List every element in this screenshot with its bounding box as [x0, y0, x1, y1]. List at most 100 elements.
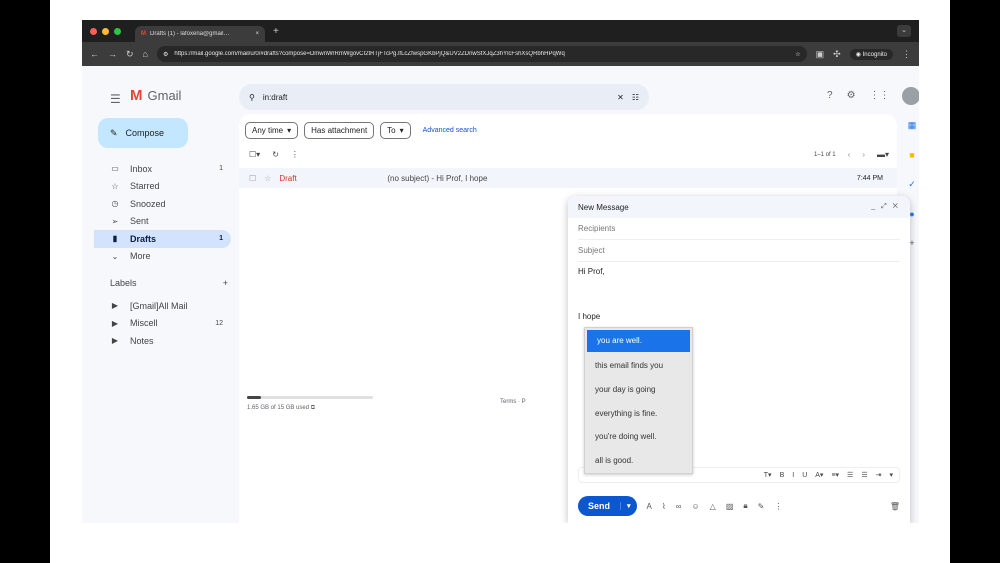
send-button[interactable]: Send ▾ — [578, 496, 637, 516]
italic-icon[interactable]: I — [792, 472, 794, 479]
forward-icon[interactable]: → — [108, 49, 117, 59]
tasks-icon[interactable]: ✓ — [908, 179, 916, 190]
label-item[interactable]: ▶ Notes — [94, 332, 231, 350]
star-icon[interactable]: ☆ — [264, 174, 271, 183]
calendar-icon[interactable]: ▦ — [908, 120, 917, 131]
header-icons: ? ⚙ ⋮⋮ — [827, 90, 890, 101]
link-icon[interactable]: ∞ — [676, 502, 682, 511]
search-bar[interactable]: ⚲ in:draft ✕ ☷ — [239, 84, 649, 110]
signature-icon[interactable]: ✎ — [758, 502, 765, 511]
storage-text[interactable]: 1.65 GB of 15 GB used ⧉ — [247, 405, 377, 412]
search-options-icon[interactable]: ☷ — [632, 93, 639, 102]
recipients-field[interactable]: Recipients — [578, 218, 900, 240]
align-icon[interactable]: ≡▾ — [831, 471, 839, 479]
search-input[interactable]: in:draft — [263, 93, 609, 102]
select-all-checkbox[interactable]: ☐▾ — [249, 150, 260, 159]
tab-title: Drafts (1) - lafoxena@gmail… — [150, 31, 230, 37]
site-info-icon[interactable]: ⚙ — [163, 51, 168, 58]
address-bar[interactable]: ⚙ https://mail.google.com/mail/u/0/#draf… — [156, 46, 807, 62]
sidebar-item-drafts[interactable]: ▮ Drafts 1 — [94, 230, 231, 248]
drive-icon[interactable]: △ — [710, 502, 716, 511]
bold-icon[interactable]: B — [780, 472, 785, 479]
keyboard-icon[interactable]: ▬▾ — [877, 150, 889, 159]
incognito-badge[interactable]: ◉ Incognito — [849, 48, 893, 60]
suggestion-option[interactable]: your day is going — [585, 378, 692, 402]
maximize-window-button[interactable] — [114, 27, 121, 35]
table-row[interactable]: ☐ ☆ Draft (no subject) - Hi Prof, I hope… — [239, 168, 897, 188]
numbered-list-icon[interactable]: ☰ — [847, 471, 853, 479]
suggestion-option[interactable]: all is good. — [585, 449, 692, 473]
home-icon[interactable]: ⌂ — [143, 49, 148, 59]
account-avatar[interactable] — [902, 87, 919, 105]
suggestion-option[interactable]: this email finds you — [585, 354, 692, 378]
advanced-search-link[interactable]: Advanced search — [423, 127, 477, 134]
text-color-icon[interactable]: A▾ — [815, 471, 823, 479]
terms-link[interactable]: Terms · P — [500, 399, 526, 405]
suggestion-option[interactable]: you are well. — [587, 330, 690, 352]
subject-field[interactable]: Subject — [578, 240, 900, 262]
to-filter[interactable]: To ▾ — [380, 122, 411, 139]
next-page-icon[interactable]: › — [862, 150, 865, 159]
compose-button[interactable]: ✎ Compose — [98, 118, 188, 148]
support-icon[interactable]: ? — [827, 90, 833, 101]
sidebar-item-snoozed[interactable]: ◷ Snoozed — [94, 195, 231, 213]
sidebar-item-sent[interactable]: ➢ Sent — [94, 213, 231, 231]
label-name: Miscell — [130, 318, 158, 329]
attach-icon[interactable]: ⌇ — [662, 502, 666, 511]
underline-icon[interactable]: U — [802, 472, 807, 479]
gmail-logo[interactable]: M Gmail — [130, 87, 181, 104]
label-item[interactable]: ▶ [Gmail]All Mail — [94, 297, 231, 315]
message-body-line2[interactable]: I hope — [578, 312, 600, 321]
lock-icon[interactable]: 🔒︎ — [743, 501, 747, 511]
bookmark-star-icon[interactable]: ☆ — [795, 51, 800, 58]
more-options-icon[interactable]: ⋮ — [291, 150, 299, 159]
back-icon[interactable]: ← — [90, 49, 99, 59]
row-subject: (no subject) - Hi Prof, I hope — [387, 173, 488, 183]
more-formatting-icon[interactable]: ▾ — [889, 471, 893, 479]
more-options-icon[interactable]: ⋮ — [774, 502, 782, 511]
compose-window-controls[interactable]: _ ⤢ ✕ — [871, 203, 900, 211]
tab-search-icon[interactable]: ⌄ — [897, 25, 911, 37]
indent-icon[interactable]: ⇥ — [876, 471, 882, 479]
message-body-line1[interactable]: Hi Prof, — [578, 267, 605, 276]
suggestion-option[interactable]: everything is fine. — [585, 402, 692, 426]
contacts-icon[interactable]: ● — [909, 209, 914, 219]
emoji-icon[interactable]: ☺ — [691, 502, 699, 511]
external-link-icon: ⧉ — [310, 405, 316, 411]
apps-grid-icon[interactable]: ⋮⋮ — [870, 90, 890, 101]
minimize-window-button[interactable] — [102, 27, 109, 35]
tab-close-icon[interactable]: × — [255, 31, 259, 37]
clear-search-icon[interactable]: ✕ — [617, 93, 624, 102]
row-checkbox[interactable]: ☐ — [249, 174, 256, 183]
photo-icon[interactable]: ▨ — [726, 502, 734, 511]
settings-gear-icon[interactable]: ⚙ — [847, 90, 856, 101]
refresh-icon[interactable]: ↻ — [272, 150, 279, 159]
sidebar-item-more[interactable]: ⌄ More — [94, 248, 231, 266]
main-menu-icon[interactable]: ☰ — [110, 92, 121, 106]
add-addon-icon[interactable]: + — [909, 238, 914, 248]
suggestion-option[interactable]: you're doing well. — [585, 425, 692, 449]
sidebar-item-inbox[interactable]: ▭ Inbox 1 — [94, 160, 231, 178]
has-attachment-filter[interactable]: Has attachment — [304, 122, 375, 139]
reload-icon[interactable]: ↻ — [126, 49, 134, 60]
send-options-icon[interactable]: ▾ — [620, 502, 637, 510]
send-label: Send — [588, 501, 611, 511]
bulleted-list-icon[interactable]: ☰ — [861, 471, 867, 479]
window-controls — [90, 27, 121, 35]
label-item[interactable]: ▶ Miscell 12 — [94, 315, 231, 333]
prev-page-icon[interactable]: ‹ — [848, 150, 851, 159]
browser-tab[interactable]: M Drafts (1) - lafoxena@gmail… × — [135, 26, 265, 42]
search-icon[interactable]: ⚲ — [249, 93, 255, 102]
add-label-icon[interactable]: + — [223, 278, 228, 288]
keep-icon[interactable]: ■ — [909, 150, 914, 160]
new-tab-button[interactable]: + — [273, 26, 279, 37]
formatting-options-icon[interactable]: A — [647, 502, 652, 511]
sidebar-item-starred[interactable]: ☆ Starred — [94, 178, 231, 196]
browser-menu-icon[interactable]: ⋮ — [902, 49, 911, 60]
extensions-puzzle-icon[interactable]: ✣ — [833, 49, 841, 60]
extension-icon[interactable]: ▣ — [816, 49, 825, 60]
any-time-filter[interactable]: Any time ▾ — [245, 122, 299, 139]
font-size-icon[interactable]: T▾ — [764, 471, 772, 479]
discard-draft-icon[interactable]: 🗑︎ — [890, 502, 900, 511]
close-window-button[interactable] — [90, 27, 97, 35]
